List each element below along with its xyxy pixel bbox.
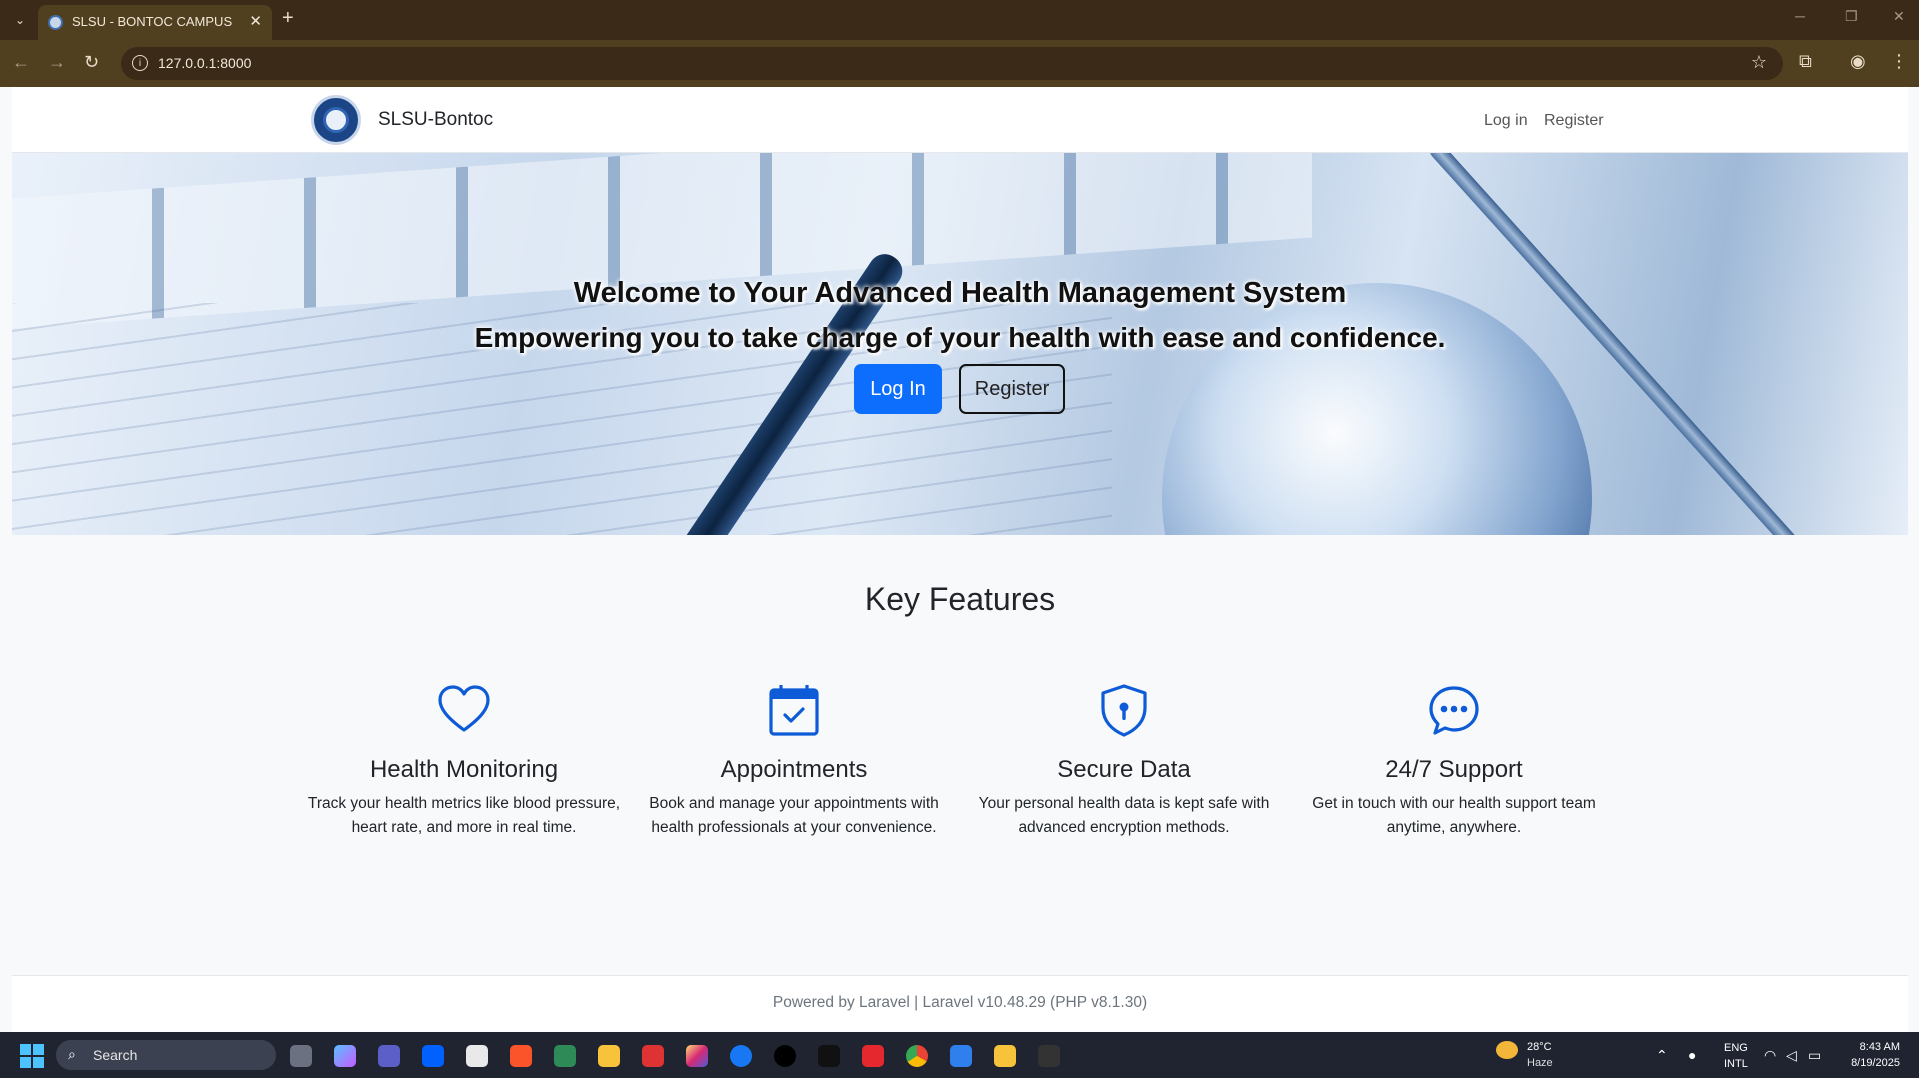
- feature-secure-data: Secure Data Your personal health data is…: [965, 682, 1283, 840]
- chat-dots-icon: [1429, 686, 1479, 735]
- nav-login-link[interactable]: Log in: [1484, 112, 1528, 130]
- feature-name: Appointments: [720, 756, 868, 783]
- navbar-brand[interactable]: SLSU-Bontoc: [378, 109, 493, 131]
- task-view-icon[interactable]: [290, 1045, 312, 1067]
- facebook-icon[interactable]: [730, 1045, 752, 1067]
- shield-lock-icon: [1101, 684, 1147, 737]
- wifi-icon[interactable]: ◠: [1764, 1047, 1776, 1064]
- hero-subtitle: Empowering you to take charge of your he…: [474, 322, 1446, 353]
- hero-login-button[interactable]: Log In: [854, 364, 942, 414]
- taskbar-search-box[interactable]: ⌕ Search: [56, 1040, 276, 1070]
- browser-tab-bar: ⌄ SLSU - BONTOC CAMPUS ✕ + ─ ❐ ✕: [0, 0, 1919, 40]
- site-footer: Powered by Laravel | Laravel v10.48.29 (…: [12, 975, 1908, 1032]
- new-tab-button[interactable]: +: [282, 7, 294, 30]
- feature-name: 24/7 Support: [1385, 756, 1523, 783]
- back-icon[interactable]: ←: [12, 52, 30, 73]
- clock-date[interactable]: 8/19/2025: [1836, 1057, 1900, 1069]
- features-heading: Key Features: [864, 581, 1056, 617]
- clock-time[interactable]: 8:43 AM: [1848, 1041, 1900, 1053]
- web-page: SLSU-Bontoc Log in Register Welcome to Y…: [12, 87, 1908, 1032]
- copilot-icon[interactable]: [334, 1045, 356, 1067]
- site-info-icon[interactable]: i: [132, 55, 148, 71]
- brave-icon[interactable]: [510, 1045, 532, 1067]
- feature-description: Your personal health data is kept safe w…: [978, 795, 1270, 836]
- feature-name: Health Monitoring: [369, 756, 559, 783]
- feature-name: Secure Data: [1057, 756, 1191, 783]
- battery-icon[interactable]: ▭: [1808, 1047, 1821, 1064]
- chrome-icon[interactable]: [906, 1045, 928, 1067]
- heart-icon: [438, 685, 490, 732]
- tiktok-icon[interactable]: [818, 1045, 840, 1067]
- weather-desc[interactable]: Haze: [1527, 1057, 1553, 1069]
- keyboard-layout-indicator[interactable]: INTL: [1724, 1058, 1748, 1070]
- forward-icon[interactable]: →: [48, 52, 66, 73]
- store-icon[interactable]: [466, 1045, 488, 1067]
- minimize-icon[interactable]: ─: [1795, 8, 1805, 24]
- weather-icon[interactable]: [1496, 1041, 1518, 1059]
- nav-register-link[interactable]: Register: [1544, 112, 1604, 130]
- file-explorer-icon[interactable]: [598, 1045, 620, 1067]
- tray-chevron-icon[interactable]: ⌃: [1656, 1047, 1668, 1064]
- tab-close-icon[interactable]: ✕: [249, 12, 262, 30]
- feature-support: 24/7 Support Get in touch with our healt…: [1295, 682, 1613, 840]
- hero-title: Welcome to Your Advanced Health Manageme…: [573, 277, 1347, 309]
- snipping-tool-icon[interactable]: [642, 1045, 664, 1067]
- hero-register-button[interactable]: Register: [959, 364, 1065, 414]
- vscode-icon[interactable]: [950, 1045, 972, 1067]
- terminal-icon[interactable]: [1038, 1045, 1060, 1067]
- taskbar-search-label: Search: [93, 1047, 138, 1063]
- tab-favicon-icon: [48, 15, 63, 30]
- feature-description: Book and manage your appointments with h…: [649, 795, 939, 836]
- app-icon-green[interactable]: [554, 1045, 576, 1067]
- windows-start-icon[interactable]: [20, 1044, 44, 1068]
- tray-app-icon[interactable]: ●: [1688, 1047, 1696, 1063]
- bookmark-star-icon[interactable]: ☆: [1751, 52, 1767, 73]
- extensions-icon[interactable]: ⧉: [1799, 51, 1812, 72]
- feature-description: Get in touch with our health support tea…: [1312, 795, 1596, 836]
- folder-icon[interactable]: [994, 1045, 1016, 1067]
- tab-search-chevron-icon[interactable]: ⌄: [8, 9, 32, 31]
- language-indicator[interactable]: ENG: [1724, 1042, 1748, 1054]
- feature-health-monitoring: Health Monitoring Track your health metr…: [305, 682, 623, 840]
- volume-icon[interactable]: ◁: [1786, 1047, 1797, 1064]
- slsu-logo[interactable]: [311, 95, 361, 145]
- calendar-check-icon: [769, 685, 819, 736]
- restore-icon[interactable]: ❐: [1845, 8, 1858, 25]
- address-url[interactable]: 127.0.0.1:8000: [158, 55, 251, 71]
- instagram-icon[interactable]: [686, 1045, 708, 1067]
- dropbox-icon[interactable]: [422, 1045, 444, 1067]
- profile-avatar-icon[interactable]: ◉: [1850, 51, 1866, 72]
- browser-tab[interactable]: SLSU - BONTOC CAMPUS ✕: [38, 5, 272, 40]
- reload-icon[interactable]: ↻: [84, 52, 99, 73]
- tab-title: SLSU - BONTOC CAMPUS: [72, 14, 233, 29]
- site-navbar: SLSU-Bontoc Log in Register: [12, 87, 1908, 153]
- browser-toolbar: ← → ↻ i 127.0.0.1:8000 ☆ ⧉ ◉ ⋮: [0, 40, 1919, 87]
- teams-icon[interactable]: [378, 1045, 400, 1067]
- hero-globe-image: [1162, 283, 1592, 535]
- hero-banner: Welcome to Your Advanced Health Manageme…: [12, 153, 1908, 535]
- wps-office-icon[interactable]: [862, 1045, 884, 1067]
- browser-menu-icon[interactable]: ⋮: [1890, 51, 1908, 72]
- search-icon: ⌕: [68, 1046, 76, 1062]
- weather-temp[interactable]: 28°C: [1527, 1041, 1552, 1053]
- feature-appointments: Appointments Book and manage your appoin…: [635, 682, 953, 840]
- threads-icon[interactable]: [774, 1045, 796, 1067]
- address-bar[interactable]: i 127.0.0.1:8000 ☆: [121, 47, 1783, 80]
- close-window-icon[interactable]: ✕: [1893, 8, 1905, 25]
- footer-text: Powered by Laravel | Laravel v10.48.29 (…: [772, 994, 1148, 1011]
- feature-description: Track your health metrics like blood pre…: [307, 795, 621, 836]
